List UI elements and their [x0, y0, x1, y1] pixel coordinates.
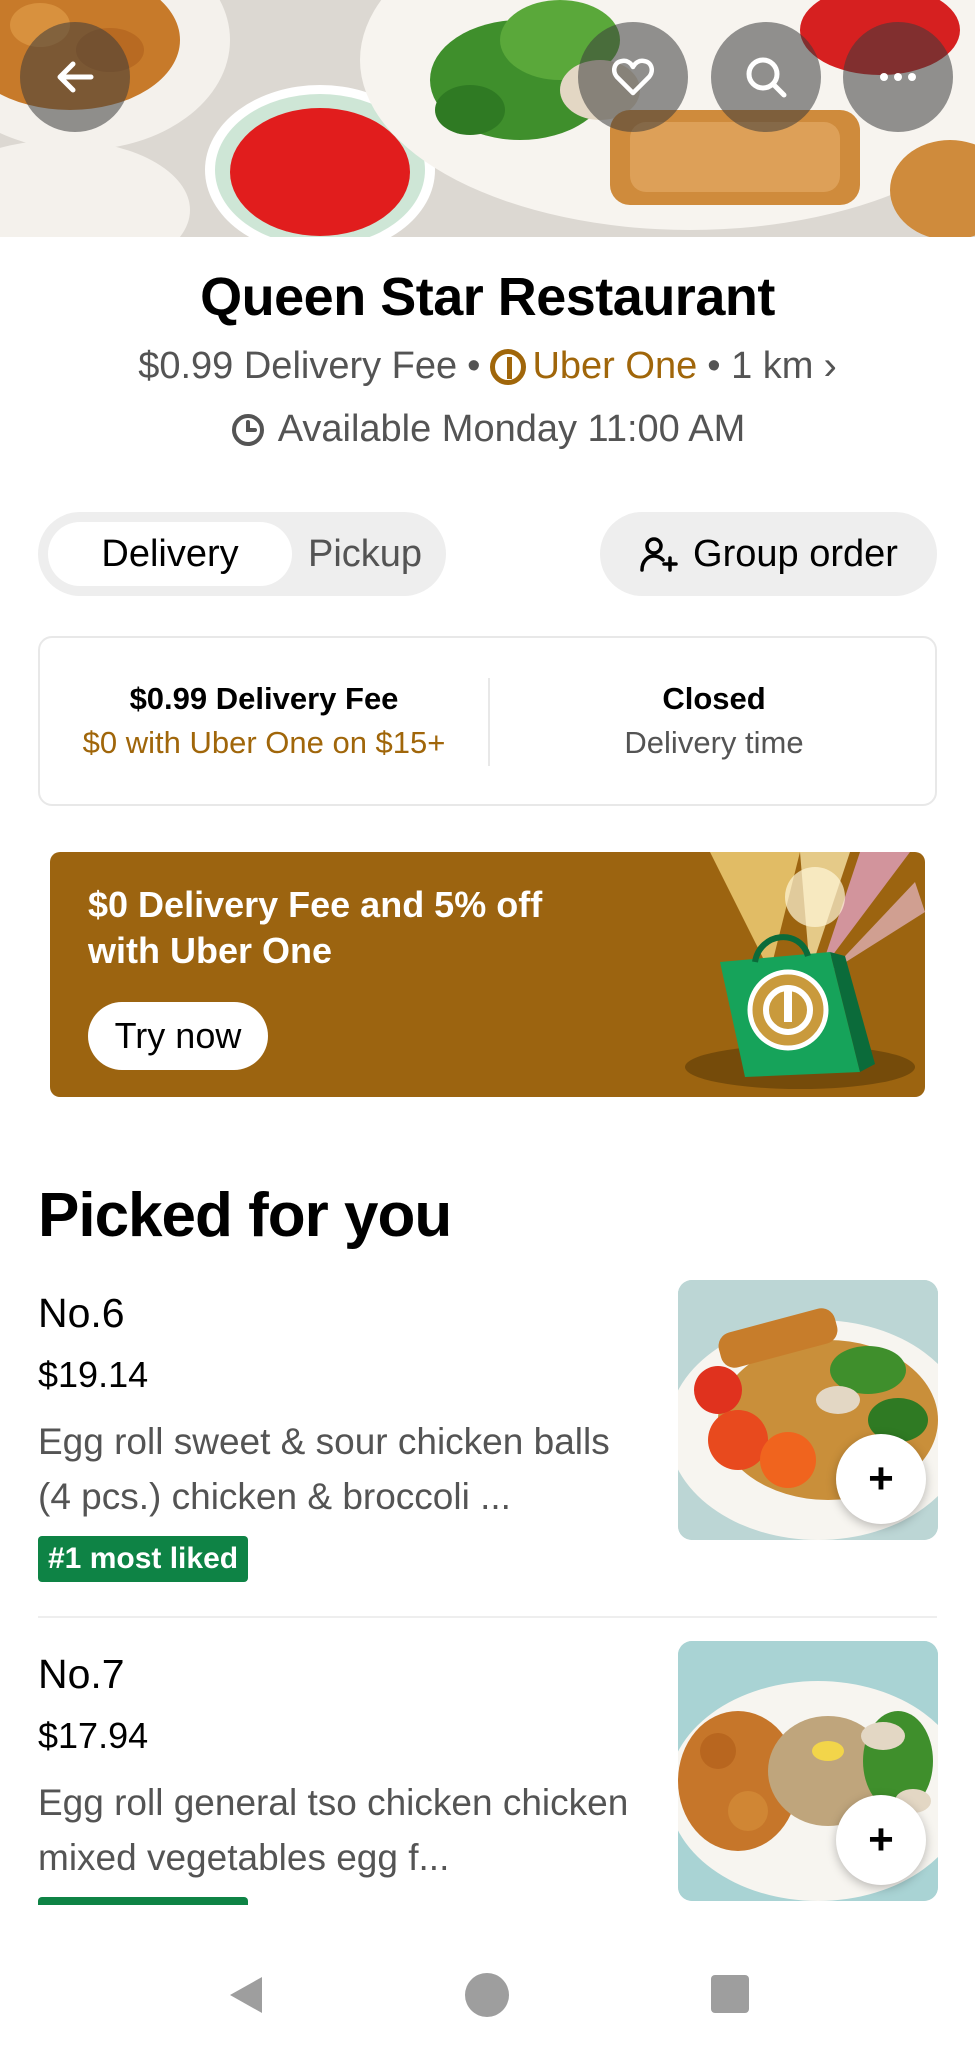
pickup-tab[interactable]: Pickup	[292, 522, 438, 586]
item-name: No.7	[38, 1651, 125, 1697]
back-button[interactable]	[20, 22, 130, 132]
separator: •	[467, 345, 481, 387]
food-photo	[0, 0, 975, 237]
more-options-button[interactable]	[843, 22, 953, 132]
group-order-label: Group order	[693, 532, 898, 575]
search-icon	[746, 57, 787, 98]
promo-text: $0 Delivery Fee and 5% off with Uber One	[88, 882, 542, 974]
restaurant-name: Queen Star Restaurant	[200, 267, 775, 327]
favorite-button[interactable]	[578, 22, 688, 132]
add-to-cart-button[interactable]: +	[836, 1434, 926, 1524]
uber-one-promo-banner[interactable]: $0 Delivery Fee and 5% off with Uber One…	[50, 852, 925, 1097]
heart-icon	[612, 58, 654, 96]
more-horizontal-icon	[880, 73, 916, 81]
search-button[interactable]	[711, 22, 821, 132]
delivery-tab[interactable]: Delivery	[48, 522, 292, 586]
section-title: Picked for you	[38, 1181, 452, 1250]
scroll-fade	[0, 1905, 975, 1937]
promo-line-2: with Uber One	[88, 930, 333, 971]
chevron-right-icon: ›	[823, 344, 837, 388]
delivery-time-info[interactable]: Closed Delivery time	[490, 638, 938, 804]
item-description: Egg roll sweet & sour chicken balls (4 p…	[38, 1421, 610, 1517]
uber-one-label: Uber One	[490, 345, 697, 388]
item-name: No.6	[38, 1290, 125, 1336]
try-now-button[interactable]: Try now	[88, 1002, 268, 1070]
system-navigation-bar	[0, 1935, 975, 2048]
most-liked-badge: #1 most liked	[38, 1536, 249, 1582]
item-description: Egg roll general tso chicken chicken mix…	[38, 1782, 629, 1878]
item-price: $19.14	[38, 1354, 149, 1395]
delivery-info-card: $0.99 Delivery Fee $0 with Uber One on $…	[38, 636, 937, 806]
system-recents-icon[interactable]	[711, 1975, 749, 2013]
distance-text: • 1 km	[707, 345, 814, 387]
add-to-cart-button[interactable]: +	[836, 1795, 926, 1885]
uber-one-text: Uber One	[532, 345, 698, 387]
system-back-icon[interactable]	[226, 1975, 266, 2015]
restaurant-meta[interactable]: $0.99 Delivery Fee • Uber One • 1 km ›	[0, 344, 975, 389]
status-main: Closed	[662, 681, 766, 716]
fee-sub: $0 with Uber One on $15+	[82, 725, 446, 760]
status-sub: Delivery time	[624, 725, 804, 760]
promo-line-1: $0 Delivery Fee and 5% off	[88, 884, 543, 925]
shopping-bag-illustration	[685, 852, 925, 1089]
fee-info[interactable]: $0.99 Delivery Fee $0 with Uber One on $…	[40, 638, 488, 804]
delivery-pickup-toggle: Delivery Pickup	[38, 512, 446, 596]
availability: Available Monday 11:00 AM	[0, 408, 975, 451]
menu-item[interactable]: No.7 $17.94 Egg roll general tso chicken…	[0, 1641, 975, 1943]
system-home-icon[interactable]	[465, 1973, 509, 2017]
arrow-left-icon	[57, 61, 94, 93]
delivery-fee-text: $0.99 Delivery Fee	[138, 345, 458, 387]
item-divider	[38, 1616, 937, 1618]
group-order-button[interactable]: Group order	[600, 512, 937, 596]
clock-icon	[231, 413, 264, 446]
menu-item[interactable]: No.6 $19.14 Egg roll sweet & sour chicke…	[0, 1280, 975, 1600]
add-person-icon	[640, 537, 678, 572]
item-price: $17.94	[38, 1715, 149, 1756]
availability-text: Available Monday 11:00 AM	[277, 408, 746, 450]
fee-main: $0.99 Delivery Fee	[129, 681, 399, 716]
hero-image	[0, 0, 975, 237]
uber-one-logo-icon	[490, 348, 527, 385]
